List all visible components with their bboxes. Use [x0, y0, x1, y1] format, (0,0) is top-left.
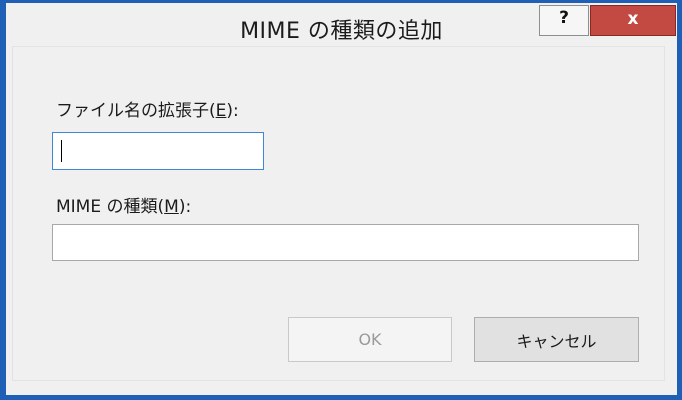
mime-label-suffix: ):	[178, 197, 192, 217]
title-bar[interactable]: MIME の種類の追加 ? x	[6, 3, 677, 44]
cancel-button[interactable]: キャンセル	[474, 317, 639, 362]
extension-access-key: E	[215, 101, 227, 121]
extension-input[interactable]	[52, 132, 264, 170]
mime-type-input[interactable]	[52, 224, 639, 261]
cancel-button-label: キャンセル	[516, 331, 597, 351]
extension-label: ファイル名の拡張子(E):	[56, 96, 239, 121]
close-button[interactable]: x	[590, 5, 676, 36]
help-button[interactable]: ?	[539, 5, 589, 36]
extension-label-prefix: ファイル名の拡張子(	[56, 101, 216, 121]
mime-access-key: M	[164, 197, 179, 217]
ok-button[interactable]: OK	[288, 317, 452, 362]
extension-label-suffix: ):	[226, 101, 239, 121]
close-icon: x	[627, 8, 639, 29]
mime-label-prefix: MIME の種類(	[56, 197, 165, 217]
mime-type-label: MIME の種類(M):	[56, 192, 191, 217]
text-caret	[61, 140, 62, 162]
help-icon: ?	[559, 7, 569, 28]
ok-button-label: OK	[358, 330, 382, 349]
